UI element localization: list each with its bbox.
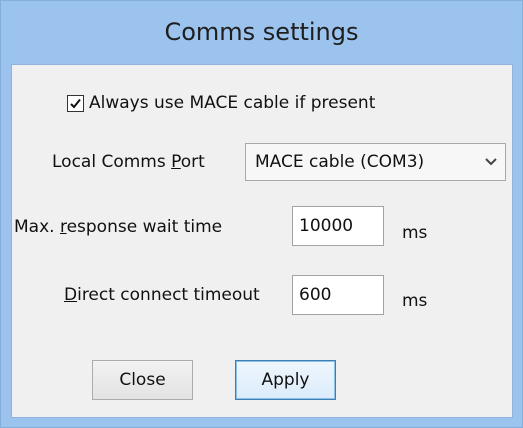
close-button[interactable]: Close <box>92 360 193 400</box>
check-mark-icon <box>70 98 81 108</box>
direct-connect-timeout-unit: ms <box>402 291 428 311</box>
comms-settings-dialog: Comms settings Always use MACE cable if … <box>0 0 523 428</box>
always-use-mace-label: Always use MACE cable if present <box>89 93 376 113</box>
local-comms-port-value: MACE cable (COM3) <box>255 152 425 172</box>
always-use-mace-checkbox[interactable] <box>67 94 84 112</box>
direct-connect-timeout-input[interactable]: 600 <box>292 275 384 315</box>
max-response-wait-input[interactable]: 10000 <box>292 206 384 246</box>
local-comms-port-select[interactable]: MACE cable (COM3) <box>245 143 506 181</box>
chevron-down-icon[interactable] <box>477 144 505 180</box>
apply-button[interactable]: Apply <box>235 360 336 400</box>
max-response-wait-unit: ms <box>402 223 428 243</box>
dialog-client-area: Always use MACE cable if present Local C… <box>11 64 513 418</box>
always-use-mace-row[interactable]: Always use MACE cable if present <box>67 93 375 113</box>
local-comms-port-label: Local Comms Port <box>52 152 205 172</box>
dialog-title: Comms settings <box>164 18 359 46</box>
direct-connect-timeout-label: Direct connect timeout <box>64 285 260 305</box>
max-response-wait-label: Max. response wait time <box>14 217 223 237</box>
